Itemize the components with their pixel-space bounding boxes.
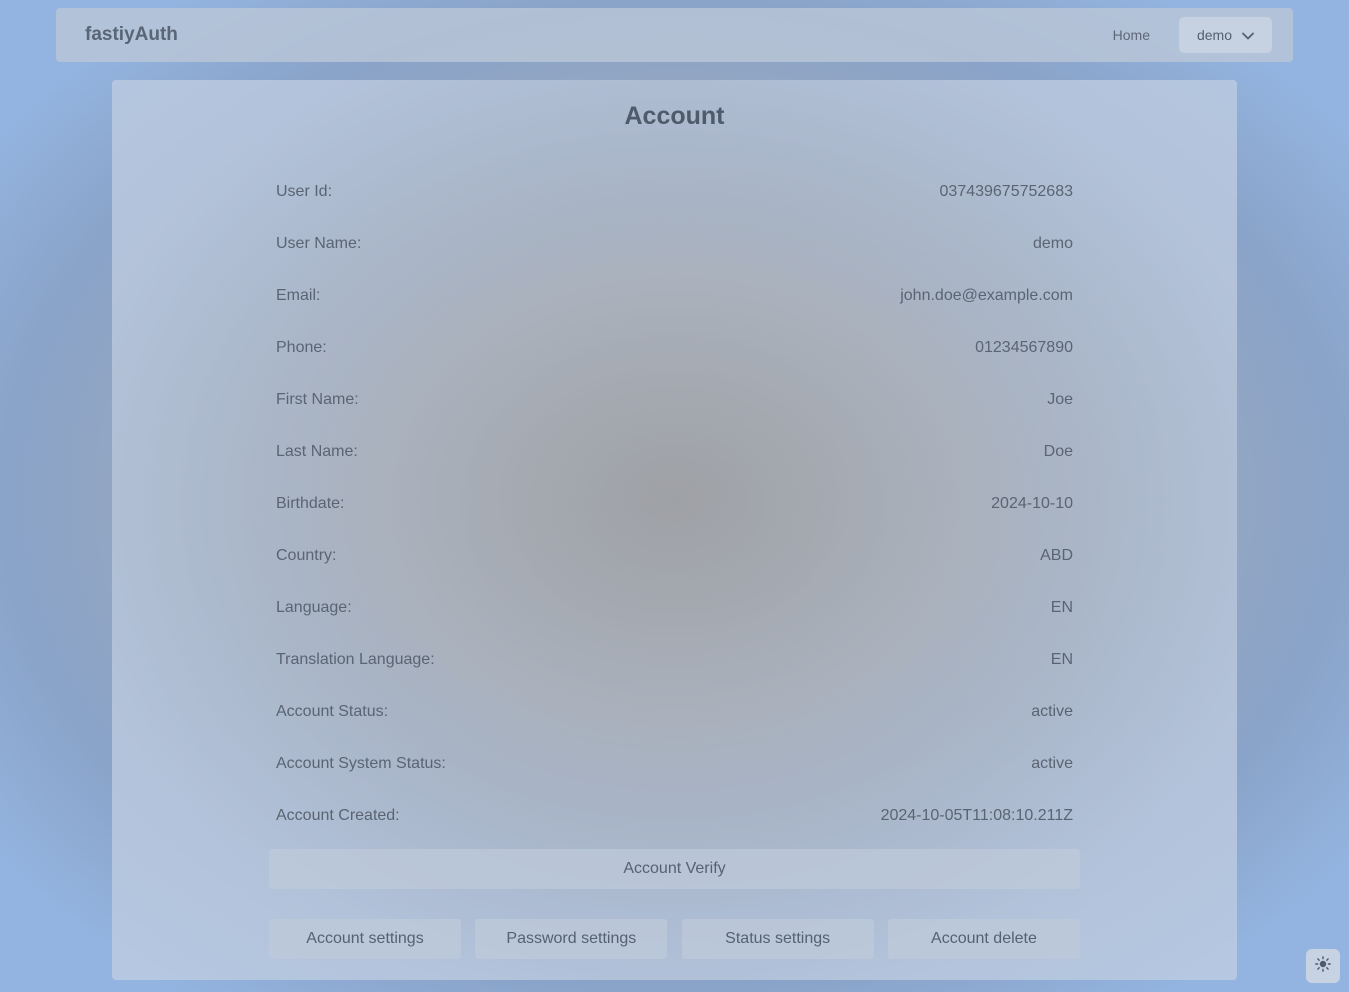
detail-row-account-system-status: Account System Status: active [276,738,1073,790]
detail-value: EN [1050,651,1073,668]
detail-row-account-status: Account Status: active [276,686,1073,738]
detail-row-country: Country: ABD [276,530,1073,582]
detail-row-email: Email: john.doe@example.com [276,270,1073,322]
sun-icon [1315,955,1331,977]
detail-value: demo [1032,235,1073,252]
detail-value: 2024-10-10 [991,495,1073,512]
detail-label: Country: [276,547,337,564]
account-delete-button[interactable]: Account delete [887,919,1080,959]
detail-label: Email: [276,287,321,304]
detail-value: Joe [1047,391,1073,408]
detail-label: Account Created: [276,807,400,824]
detail-label: Account Status: [276,703,389,720]
account-settings-button[interactable]: Account settings [269,919,461,959]
detail-label: First Name: [276,391,359,408]
detail-value: 2024-10-05T11:08:10.211Z [880,807,1073,824]
detail-row-birthdate: Birthdate: 2024-10-10 [276,478,1073,530]
detail-value: EN [1050,599,1073,616]
detail-label: User Id: [276,183,333,200]
password-settings-button[interactable]: Password settings [475,919,668,959]
detail-row-first-name: First Name: Joe [276,374,1073,426]
nav-right: Home demo [1113,17,1272,53]
account-actions: Account settings Password settings Statu… [269,919,1080,959]
detail-value: active [1031,755,1073,772]
user-menu-label: demo [1196,27,1233,43]
detail-value: Doe [1043,443,1073,460]
detail-value: john.doe@example.com [900,287,1073,304]
chevron-down-icon [1242,27,1254,43]
detail-row-user-name: User Name: demo [276,218,1073,270]
detail-value: active [1031,703,1073,720]
page-title: Account [624,102,725,130]
detail-row-language: Language: EN [276,582,1073,634]
detail-row-user-id: User Id: 037439675752683 [276,166,1073,218]
account-verify-button[interactable]: Account Verify [269,849,1080,889]
detail-label: Phone: [276,339,327,356]
detail-row-phone: Phone: 01234567890 [276,322,1073,374]
detail-value: 01234567890 [975,339,1073,356]
detail-value: ABD [1040,547,1073,564]
status-settings-button[interactable]: Status settings [681,919,874,959]
detail-row-translation-language: Translation Language: EN [276,634,1073,686]
brand-logo-text[interactable]: fastiyAuth [85,24,178,46]
detail-label: User Name: [276,235,362,252]
account-details-list: User Id: 037439675752683 User Name: demo… [276,166,1073,842]
detail-label: Last Name: [276,443,358,460]
detail-label: Account System Status: [276,755,446,772]
detail-label: Translation Language: [276,651,435,668]
top-navbar: fastiyAuth Home demo [56,8,1293,62]
detail-label: Birthdate: [276,495,345,512]
detail-value: 037439675752683 [939,183,1073,200]
detail-label: Language: [276,599,352,616]
detail-row-last-name: Last Name: Doe [276,426,1073,478]
account-card: Account User Id: 037439675752683 User Na… [112,80,1237,980]
detail-row-account-created: Account Created: 2024-10-05T11:08:10.211… [276,790,1073,842]
theme-toggle-button[interactable] [1306,949,1340,983]
user-menu-button[interactable]: demo [1179,17,1272,53]
nav-link-home[interactable]: Home [1113,27,1150,43]
